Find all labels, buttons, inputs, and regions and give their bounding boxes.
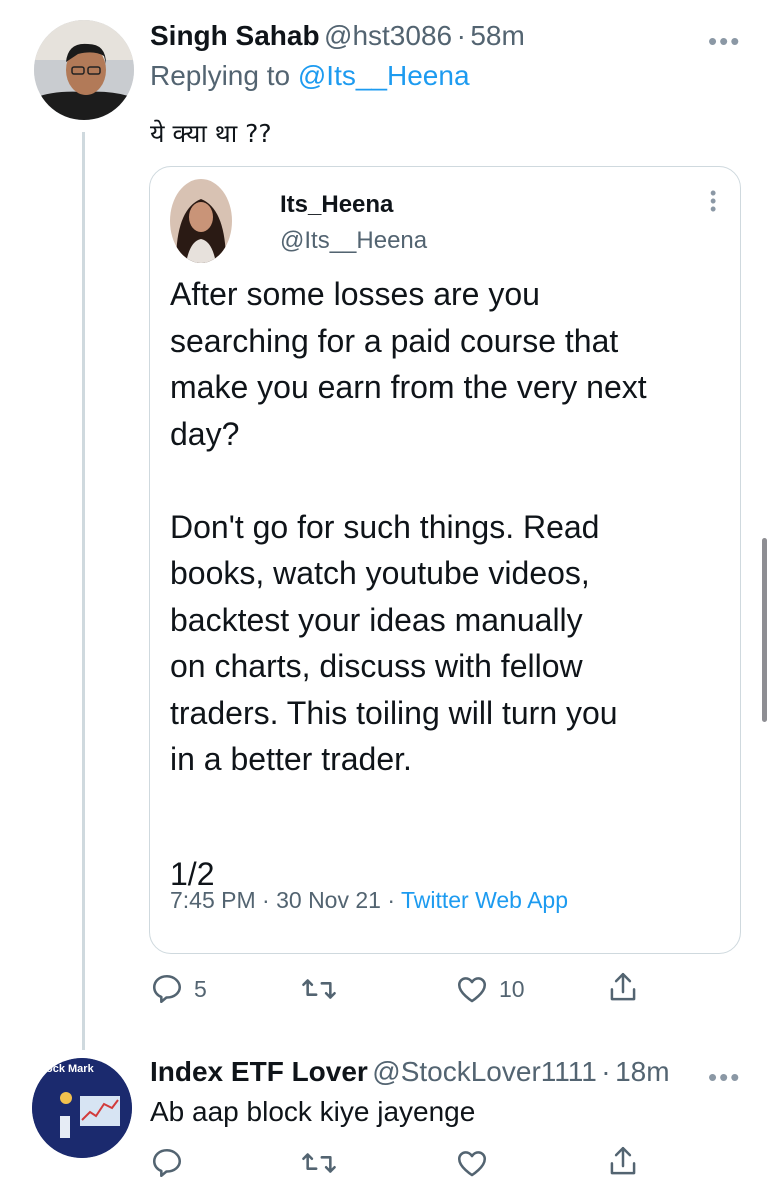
tweet2-separator: · [601, 1056, 611, 1087]
quoted-text-line: in a better trader. [170, 741, 412, 777]
tweet2-like-button[interactable] [455, 1146, 489, 1180]
heart-icon [457, 977, 487, 1003]
tweet2-author-handle[interactable]: @StockLover1111 [372, 1056, 597, 1087]
tweet2-time[interactable]: 18m [615, 1056, 669, 1087]
tweet2-retweet-button[interactable] [300, 1146, 338, 1180]
share-icon [610, 972, 636, 1001]
reply-icon [152, 1148, 182, 1178]
quoted-text-line: make you earn from the very next [170, 369, 647, 405]
tweet1-separator: · [456, 20, 466, 51]
tweet2-author-name[interactable]: Index ETF Lover [150, 1056, 368, 1087]
retweet-icon [302, 979, 336, 999]
tweet1-reply-count: 5 [194, 975, 207, 1002]
heart-icon [457, 1151, 487, 1177]
replying-to: Replying to @Its__Heena [150, 60, 470, 92]
quoted-text-line: After some losses are you [170, 276, 540, 312]
quoted-text-line: books, watch youtube videos, [170, 555, 590, 591]
tweet1-like-count: 10 [499, 975, 525, 1002]
avatar-index-etf-lover[interactable]: ock Mark [32, 1058, 132, 1158]
quoted-text-line: traders. This toiling will turn you [170, 694, 618, 731]
tweet2-header: Index ETF Lover @StockLover1111 · 18m [150, 1056, 670, 1088]
tweet1-retweet-button[interactable] [300, 972, 338, 1006]
avatar-photo [34, 20, 134, 120]
quoted-more-icon[interactable]: • • • [710, 184, 716, 218]
avatar-singh-sahab[interactable] [34, 20, 134, 120]
tweet1-header: Singh Sahab @hst3086 · 58m [150, 20, 525, 52]
quoted-text-line: Don't go for such things. Read [170, 508, 600, 545]
reply-icon [152, 974, 182, 1004]
tweet1-like-button[interactable]: 10 [455, 972, 525, 1006]
avatar-logo-text: ock Mark [46, 1063, 95, 1075]
tweet1-author-name[interactable]: Singh Sahab [150, 20, 320, 51]
quoted-author-handle[interactable]: @Its__Heena [280, 227, 427, 255]
tweet1-time[interactable]: 58m [470, 20, 524, 51]
quoted-tweet-text: After some losses are you searching for … [170, 271, 740, 898]
tweet1-author-handle[interactable]: @hst3086 [324, 20, 452, 51]
thread-connector-line [82, 132, 85, 1050]
tweet2-text: Ab aap block kiye jayenge [150, 1096, 476, 1127]
more-icon[interactable]: ••• [708, 28, 741, 54]
quoted-timestamp: 7:45 PM · 30 Nov 21 · Twitter Web App [170, 887, 568, 914]
quoted-text-line: on charts, discuss with fellow [170, 648, 583, 684]
tweet2-share-button[interactable] [606, 1144, 640, 1180]
scrollbar[interactable] [762, 538, 767, 722]
quoted-source-app[interactable]: Twitter Web App [401, 887, 568, 913]
replying-to-handle[interactable]: @Its__Heena [298, 60, 470, 91]
tweet1-reply-button[interactable]: 5 [150, 972, 207, 1006]
more-icon[interactable]: ••• [708, 1064, 741, 1090]
tweet2-reply-button[interactable] [150, 1146, 184, 1180]
quoted-text-line: day? [170, 415, 240, 452]
tweet1-text: ये क्या था ?? [150, 119, 272, 148]
quoted-author-name[interactable]: Its_Heena [280, 191, 393, 219]
replying-to-prefix: Replying to [150, 60, 298, 91]
quoted-tweet-card[interactable]: Its_Heena @Its__Heena • • • After some los… [149, 166, 741, 954]
avatar-photo [170, 179, 232, 263]
quoted-text-line: backtest your ideas manually [170, 601, 583, 638]
tweet1-share-button[interactable] [606, 970, 640, 1006]
retweet-icon [302, 1153, 336, 1173]
avatar-stock-market-graphic: ock Mark [32, 1058, 132, 1158]
quoted-text-line: searching for a paid course that [170, 322, 619, 359]
quoted-timestamp-text[interactable]: 7:45 PM · 30 Nov 21 · [170, 887, 401, 913]
share-icon [610, 1146, 636, 1175]
avatar-its-heena [170, 179, 232, 263]
